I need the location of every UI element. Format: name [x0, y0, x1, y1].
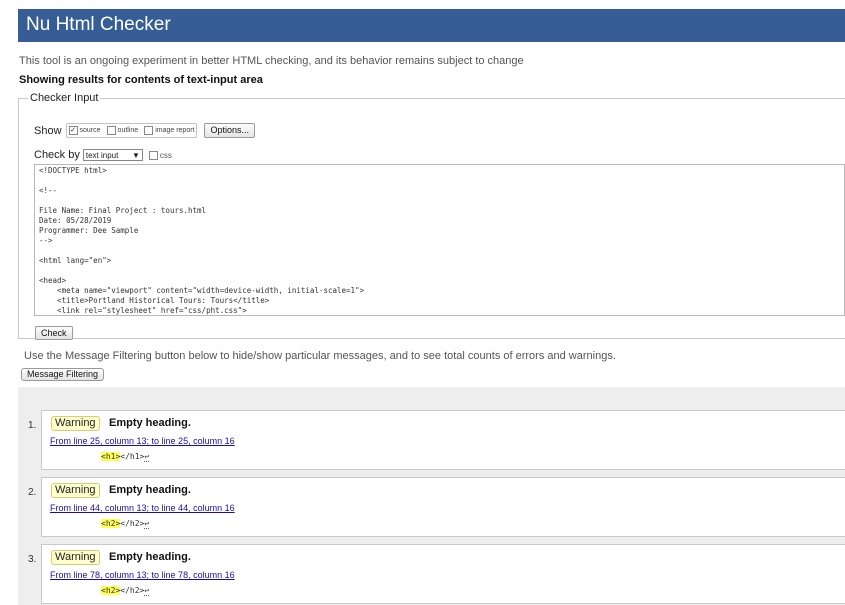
check-button[interactable]: Check: [35, 326, 73, 340]
show-row: Show ✓ source outline image report Optio…: [34, 123, 256, 138]
show-image-report-label: image report: [155, 127, 195, 134]
source-textarea[interactable]: <!DOCTYPE html> <!-- File Name: Final Pr…: [34, 164, 845, 316]
warning-badge: Warning: [51, 550, 100, 565]
message-location-link[interactable]: From line 25, column 13; to line 25, col…: [50, 436, 235, 446]
page-title-bar: Nu Html Checker: [18, 9, 845, 42]
message-number: 2.: [28, 487, 37, 498]
warning-badge: Warning: [51, 416, 100, 431]
checker-input-legend: Checker Input: [30, 92, 99, 104]
dropdown-arrow-icon: ▼: [131, 150, 140, 160]
message-extract: <h1></h1>↩: [101, 452, 150, 462]
css-checkbox[interactable]: [148, 150, 158, 160]
message-location-link[interactable]: From line 78, column 13; to line 78, col…: [50, 570, 235, 580]
show-source-label: source: [79, 127, 101, 134]
message-filtering-button[interactable]: Message Filtering: [21, 368, 105, 381]
extract-highlight: <h2>: [101, 586, 121, 595]
show-image-report-checkbox[interactable]: [144, 126, 154, 135]
message-title: Empty heading.: [109, 551, 191, 563]
message-item: Warning Empty heading. From line 44, col…: [41, 477, 845, 537]
show-outline-option[interactable]: outline: [106, 126, 139, 135]
extract-rest: </h2>: [120, 586, 145, 595]
message-location-link[interactable]: From line 44, column 13; to line 44, col…: [50, 503, 235, 513]
checker-input-fieldset: Checker Input Show ✓ source outline imag…: [18, 92, 845, 340]
message-number: 1.: [28, 420, 37, 431]
css-label: css: [159, 150, 172, 160]
message-item: Warning Empty heading. From line 78, col…: [41, 544, 845, 604]
warning-badge: Warning: [51, 483, 100, 498]
options-button[interactable]: Options...: [204, 123, 256, 138]
show-source-option[interactable]: ✓ source: [68, 126, 101, 135]
check-by-label: Check by: [34, 149, 80, 161]
message-extract: <h2></h2>↩: [101, 519, 150, 529]
showing-results-text: Showing results for contents of text-inp…: [19, 74, 263, 86]
check-by-select[interactable]: text input ▼: [82, 149, 143, 161]
message-filter-text: Use the Message Filtering button below t…: [24, 350, 616, 362]
show-outline-checkbox[interactable]: [106, 126, 116, 135]
show-source-checkbox[interactable]: ✓: [68, 126, 78, 135]
show-outline-label: outline: [117, 127, 139, 134]
line-feed-icon: ↩: [144, 519, 150, 529]
line-feed-icon: ↩: [144, 586, 150, 596]
check-by-value: text input: [85, 150, 119, 160]
message-title: Empty heading.: [109, 417, 191, 429]
show-options-group: ✓ source outline image report: [65, 123, 198, 138]
show-label: Show: [34, 124, 62, 137]
page-title: Nu Html Checker: [26, 14, 171, 35]
css-option[interactable]: css: [148, 150, 172, 160]
line-feed-icon: ↩: [144, 452, 150, 462]
extract-highlight: <h1>: [101, 452, 121, 461]
message-item: Warning Empty heading. From line 25, col…: [41, 410, 845, 470]
intro-text: This tool is an ongoing experiment in be…: [19, 55, 524, 67]
message-number: 3.: [28, 554, 37, 565]
message-title: Empty heading.: [109, 484, 191, 496]
extract-rest: </h2>: [120, 519, 145, 528]
results-area: 1. Warning Empty heading. From line 25, …: [18, 387, 845, 605]
show-image-report-option[interactable]: image report: [144, 126, 194, 135]
extract-rest: </h1>: [120, 452, 145, 461]
extract-highlight: <h2>: [101, 519, 121, 528]
message-extract: <h2></h2>↩: [101, 586, 150, 596]
check-by-row: Check by text input ▼ css: [34, 149, 172, 161]
